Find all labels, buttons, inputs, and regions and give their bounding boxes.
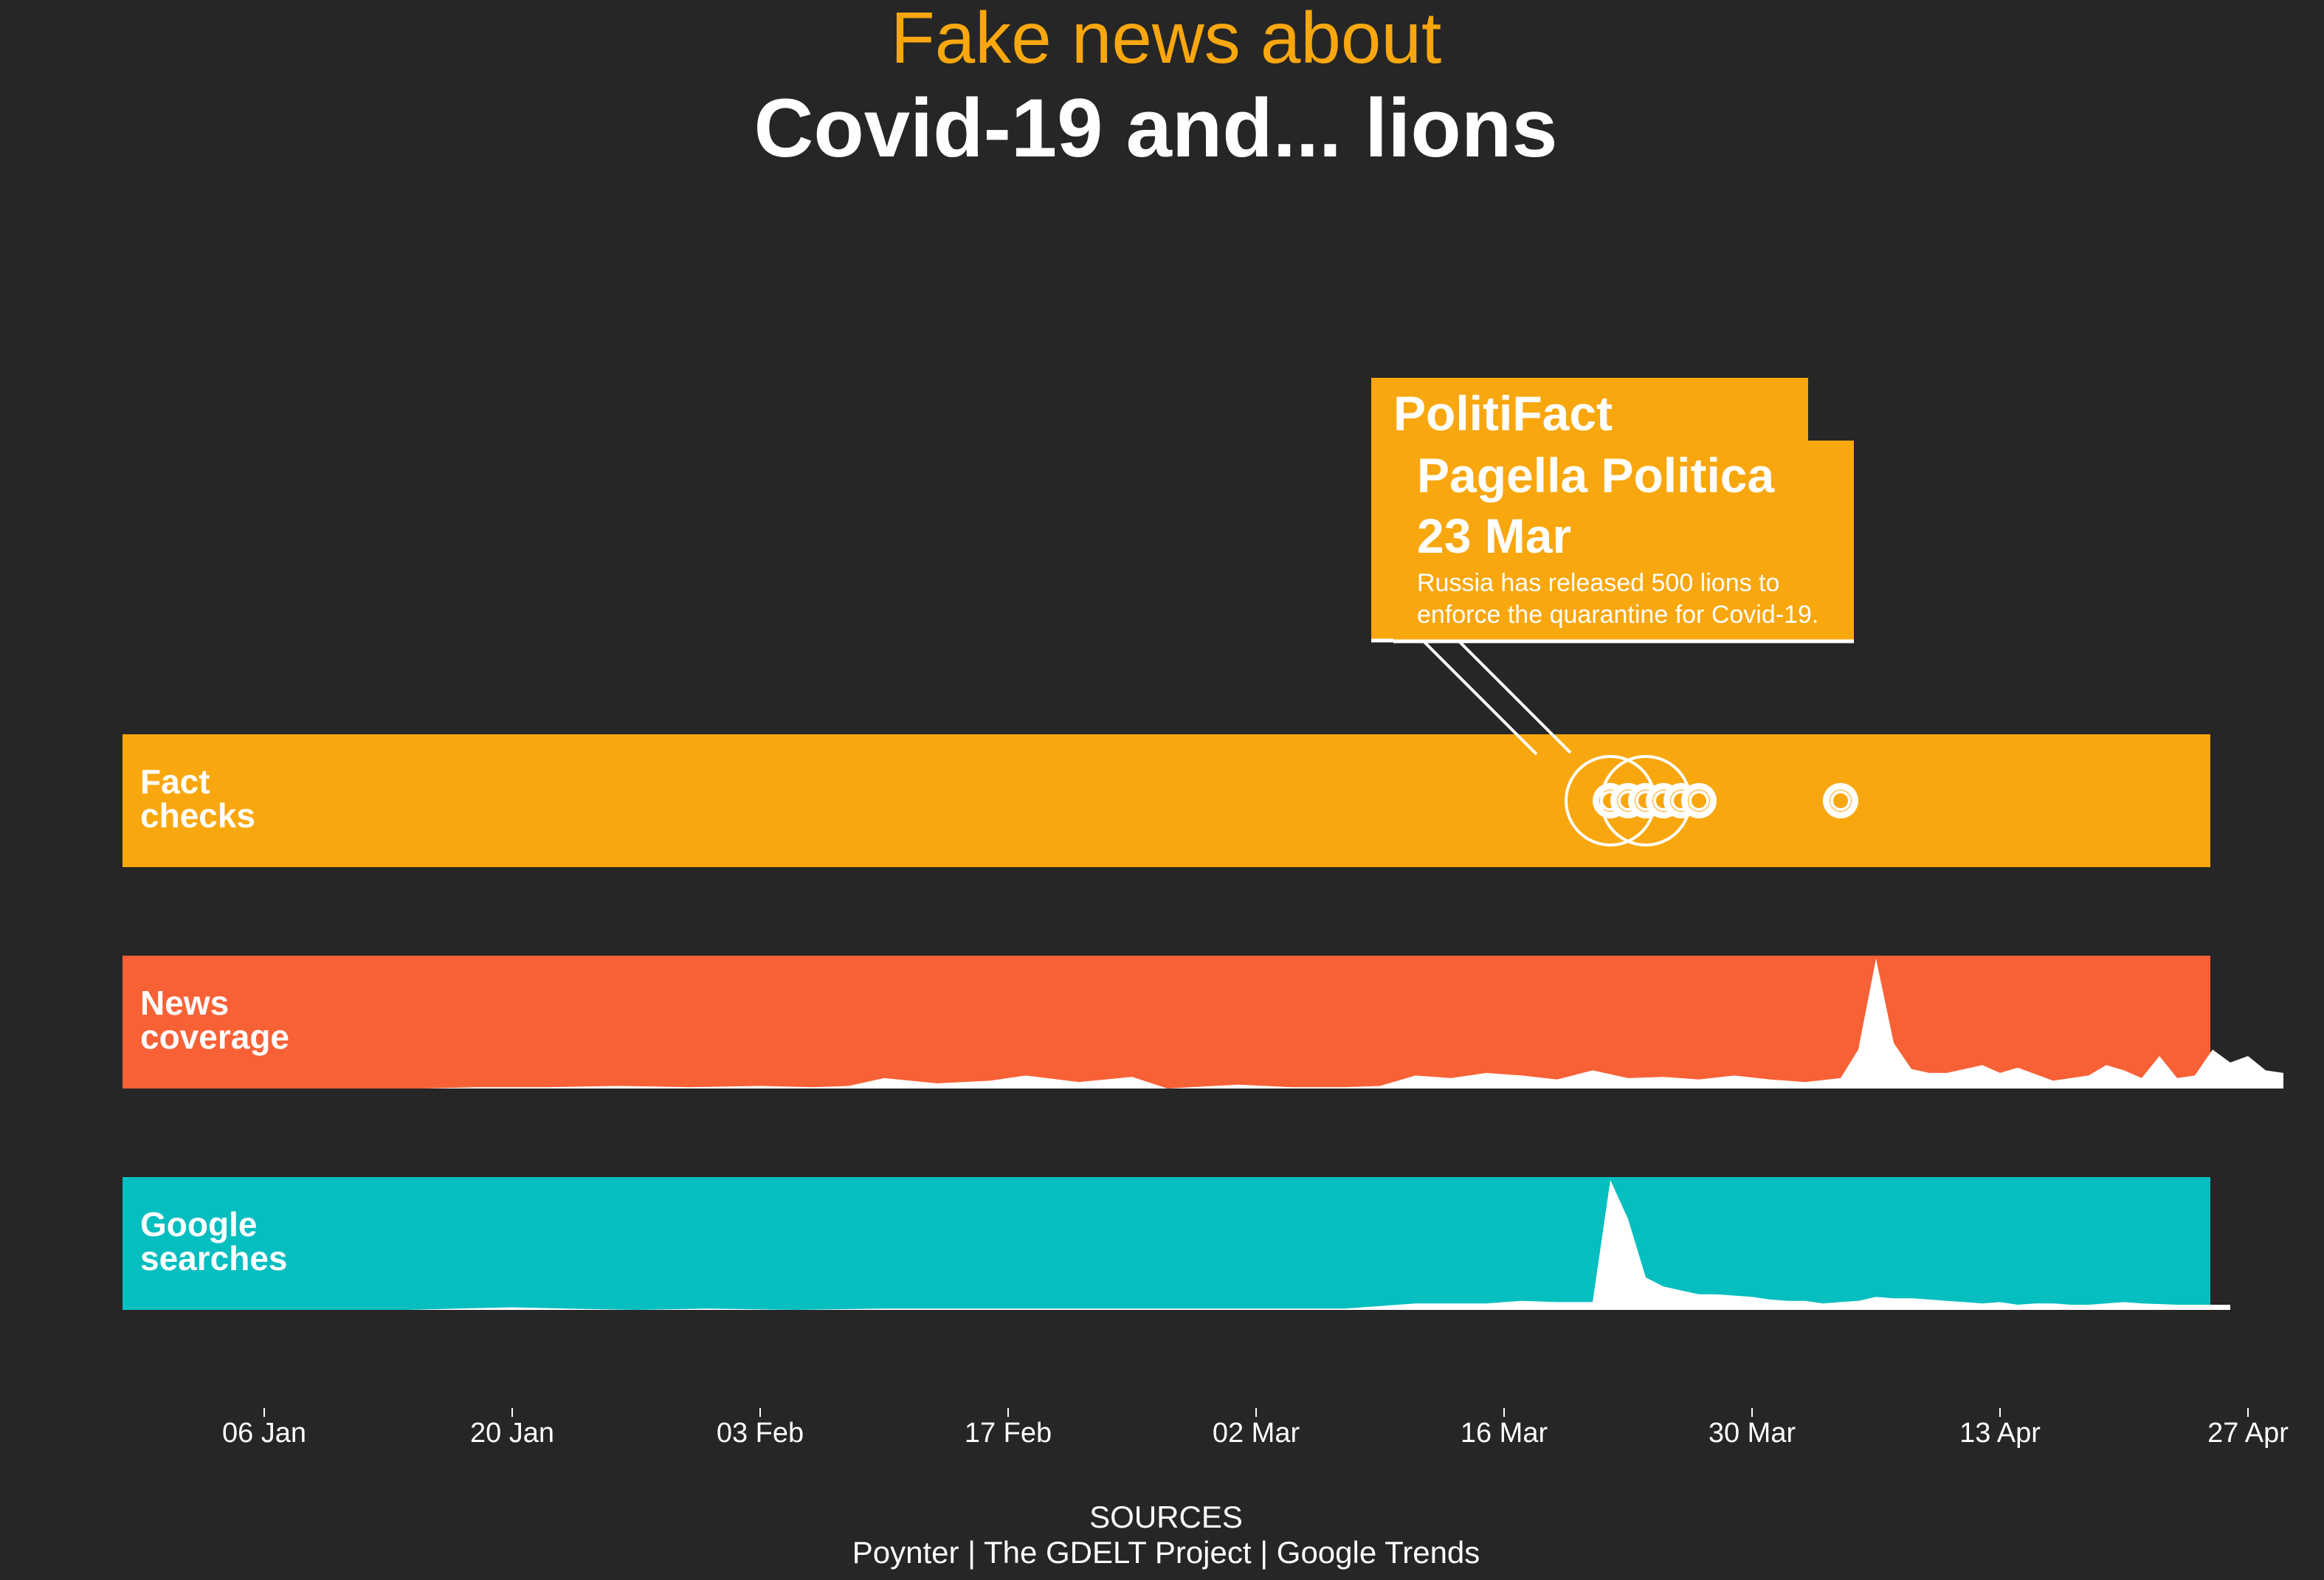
x-tick-label: 17 Feb [965,1418,1052,1449]
x-tick-label: 27 Apr [2207,1418,2289,1449]
x-tick-label: 02 Mar [1213,1418,1300,1449]
chart-bands: Factchecks Newscoverage Googlesearches [123,734,2283,1310]
band-background [123,734,2210,867]
band-label-line2: searches [140,1239,288,1277]
tooltip-front-source: Pagella Politica [1417,448,1775,503]
tooltip-back-source: PolitiFact [1393,386,1613,441]
chart-subtitle: Fake news about [891,0,1441,78]
x-tick-label: 06 Jan [222,1418,306,1449]
band-label-line2: checks [140,796,255,835]
x-tick-label: 03 Feb [717,1418,804,1449]
x-tick-label: 13 Apr [1959,1418,2041,1449]
band-1: Factchecks [123,734,2210,867]
x-tick-label: 16 Mar [1461,1418,1548,1449]
tooltip-front-date: 23 Mar [1417,508,1571,563]
band-3: Googlesearches [123,1177,2230,1310]
chart-title: Covid-19 and... lions [754,82,1557,174]
sources-heading: SOURCES [1089,1500,1243,1534]
chart: Fake news about Covid-19 and... lions Fa… [123,0,2289,1570]
band-label-line1: Google [140,1205,257,1243]
sources-line: Poynter | The GDELT Project | Google Tre… [852,1535,1480,1570]
band-background [123,1177,2210,1310]
band-2: Newscoverage [123,956,2283,1089]
x-tick-label: 30 Mar [1708,1418,1796,1449]
band-label-line2: coverage [140,1018,289,1056]
fact-check-tooltip[interactable]: PolitiFact Pagella Politica23 Mar Russia h… [1371,378,1854,756]
band-label-line1: Fact [140,762,210,801]
tooltip-front-text-line1: Russia has released 500 lions to [1417,569,1779,597]
x-tick-label: 20 Jan [470,1418,554,1449]
band-label-line1: News [140,984,229,1022]
x-axis: 06 Jan 20 Jan 03 Feb 17 Feb 02 Mar 16 Mar 30 M… [222,1408,2289,1449]
tooltip-front-text-line2: enforce the quarantine for Covid-19. [1417,601,1818,629]
